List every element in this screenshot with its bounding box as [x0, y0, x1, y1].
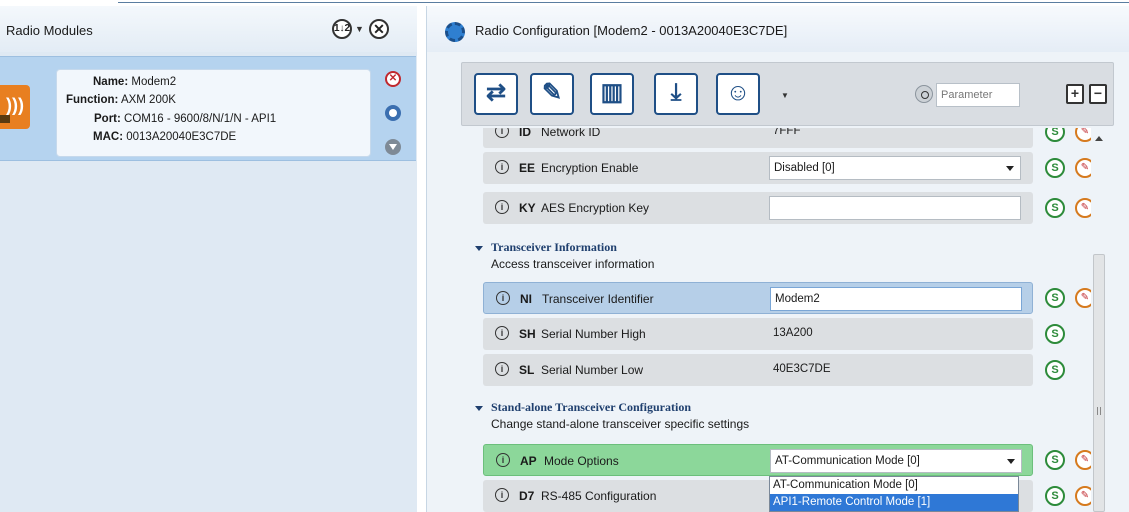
gear-icon: [445, 22, 465, 42]
param-name: Serial Number Low: [541, 363, 644, 377]
info-icon[interactable]: i: [495, 488, 509, 502]
param-code: SH: [519, 327, 536, 341]
mac-label: MAC:: [93, 131, 124, 143]
param-code: D7: [519, 489, 535, 503]
top-border-line: [118, 2, 1129, 3]
section-description: Access transceiver information: [491, 257, 655, 271]
param-row-ap[interactable]: i AP Mode Options AT-Communication Mode …: [483, 444, 1033, 476]
section-title: Stand-alone Transceiver Configuration: [491, 400, 692, 414]
read-param-icon[interactable]: S: [1045, 158, 1065, 178]
collapse-triangle-icon[interactable]: [475, 405, 483, 411]
collapse-triangle-icon[interactable]: [475, 245, 483, 251]
param-row-id[interactable]: i ID Network ID 7FFF: [483, 128, 1033, 148]
remove-all-modules-icon[interactable]: ✕: [369, 19, 389, 39]
scrollbar-thumb[interactable]: [1093, 254, 1105, 512]
param-row-sl[interactable]: i SL Serial Number Low 40E3C7DE: [483, 354, 1033, 386]
read-param-icon[interactable]: S: [1045, 198, 1065, 218]
param-code: EE: [519, 161, 536, 175]
radio-configuration-title: Radio Configuration [Modem2 - 0013A20040…: [475, 23, 788, 38]
param-code: SL: [519, 363, 535, 377]
param-code: AP: [520, 454, 537, 468]
parameter-search-input[interactable]: [936, 83, 1020, 107]
info-icon[interactable]: i: [495, 200, 509, 214]
scroll-up-arrow-icon[interactable]: [1095, 136, 1103, 141]
param-row-ee[interactable]: i EE Encryption Enable Disabled [0]: [483, 152, 1033, 184]
param-code: KY: [519, 201, 536, 215]
expand-all-icon[interactable]: +: [1066, 84, 1084, 104]
write-settings-button[interactable]: ✎: [530, 73, 574, 115]
expand-module-icon[interactable]: [385, 139, 401, 155]
param-name: Transceiver Identifier: [542, 292, 654, 306]
info-icon[interactable]: i: [496, 291, 510, 305]
sort-icon[interactable]: 1↓2: [332, 19, 352, 39]
param-name: Network ID: [541, 128, 601, 139]
encryption-enable-select[interactable]: Disabled [0]: [769, 156, 1021, 180]
read-settings-button[interactable]: ⇄: [474, 73, 518, 115]
read-param-icon[interactable]: S: [1045, 128, 1065, 142]
update-firmware-button[interactable]: ⤓: [654, 73, 698, 115]
radio-modules-title: Radio Modules: [6, 23, 93, 38]
profile-button[interactable]: ☺: [716, 73, 760, 115]
read-param-icon[interactable]: S: [1045, 360, 1065, 380]
read-param-icon[interactable]: S: [1045, 486, 1065, 506]
remove-module-icon[interactable]: ✕: [385, 71, 401, 87]
info-icon[interactable]: i: [495, 362, 509, 376]
radio-module-card[interactable]: ))) Name: Modem2 Function: AXM 200K Port…: [0, 56, 416, 161]
scroll-grip-icon: [1097, 407, 1101, 415]
search-icon: [915, 85, 933, 103]
section-standalone-configuration[interactable]: Stand-alone Transceiver Configuration: [475, 400, 691, 415]
radio-configuration-panel: Radio Configuration [Modem2 - 0013A20040…: [426, 6, 1129, 512]
section-transceiver-information[interactable]: Transceiver Information: [475, 240, 617, 255]
radio-modules-panel: Radio Modules 1↓2 ▼ ✕ ))) Name: Modem2 F…: [0, 6, 417, 512]
function-label: Function:: [66, 94, 119, 106]
info-icon[interactable]: i: [495, 160, 509, 174]
transceiver-identifier-input[interactable]: Modem2: [770, 287, 1022, 311]
default-settings-button[interactable]: ▥: [590, 73, 634, 115]
network-discover-icon[interactable]: [385, 105, 401, 121]
vertical-scrollbar[interactable]: [1091, 128, 1107, 512]
radio-device-icon: ))): [0, 85, 30, 129]
port-label: Port:: [94, 113, 121, 125]
param-name: AES Encryption Key: [541, 201, 650, 215]
param-code: NI: [520, 292, 532, 306]
param-code: ID: [519, 128, 531, 139]
module-mac: 0013A20040E3C7DE: [126, 131, 237, 143]
read-param-icon[interactable]: S: [1045, 324, 1065, 344]
param-name: RS-485 Configuration: [541, 489, 657, 503]
dropdown-option-api-mode[interactable]: API1-Remote Control Mode [1]: [770, 494, 1018, 511]
section-description: Change stand-alone transceiver specific …: [491, 417, 750, 431]
module-function: AXM 200K: [120, 94, 176, 106]
info-icon[interactable]: i: [495, 128, 509, 138]
param-value: 13A200: [773, 327, 813, 339]
configuration-toolbar: ⇄ ✎ ▥ ⤓ ☺ ▼ + −: [461, 62, 1114, 126]
radio-configuration-header: Radio Configuration [Modem2 - 0013A20040…: [427, 6, 1129, 52]
module-info-box: Name: Modem2 Function: AXM 200K Port: CO…: [56, 69, 371, 157]
mode-options-dropdown-list: AT-Communication Mode [0] API1-Remote Co…: [769, 476, 1019, 512]
mode-options-select[interactable]: AT-Communication Mode [0]: [770, 449, 1022, 473]
info-icon[interactable]: i: [496, 453, 510, 467]
param-row-ni[interactable]: i NI Transceiver Identifier Modem2: [483, 282, 1033, 314]
param-name: Serial Number High: [541, 327, 646, 341]
name-label: Name:: [93, 76, 129, 88]
module-port: COM16 - 9600/8/N/1/N - API1: [124, 113, 277, 125]
param-value: 7FFF: [773, 128, 801, 137]
param-row-sh[interactable]: i SH Serial Number High 13A200: [483, 318, 1033, 350]
dropdown-option-at-mode[interactable]: AT-Communication Mode [0]: [770, 477, 1018, 494]
info-icon[interactable]: i: [495, 326, 509, 340]
aes-key-input[interactable]: [769, 196, 1021, 220]
parameters-list: i ID Network ID 7FFF S ✎ i EE Encryption…: [457, 128, 1097, 512]
param-value: 40E3C7DE: [773, 363, 831, 375]
section-title: Transceiver Information: [491, 240, 617, 254]
read-param-icon[interactable]: S: [1045, 288, 1065, 308]
read-param-icon[interactable]: S: [1045, 450, 1065, 470]
module-name: Modem2: [131, 76, 177, 88]
param-row-ky[interactable]: i KY AES Encryption Key: [483, 192, 1033, 224]
collapse-all-icon[interactable]: −: [1089, 84, 1107, 104]
param-name: Encryption Enable: [541, 161, 639, 175]
radio-modules-header: Radio Modules 1↓2 ▼ ✕: [0, 6, 417, 52]
sort-dropdown-caret-icon[interactable]: ▼: [355, 24, 364, 34]
profile-dropdown-caret-icon[interactable]: ▼: [781, 91, 789, 100]
param-name: Mode Options: [544, 454, 619, 468]
